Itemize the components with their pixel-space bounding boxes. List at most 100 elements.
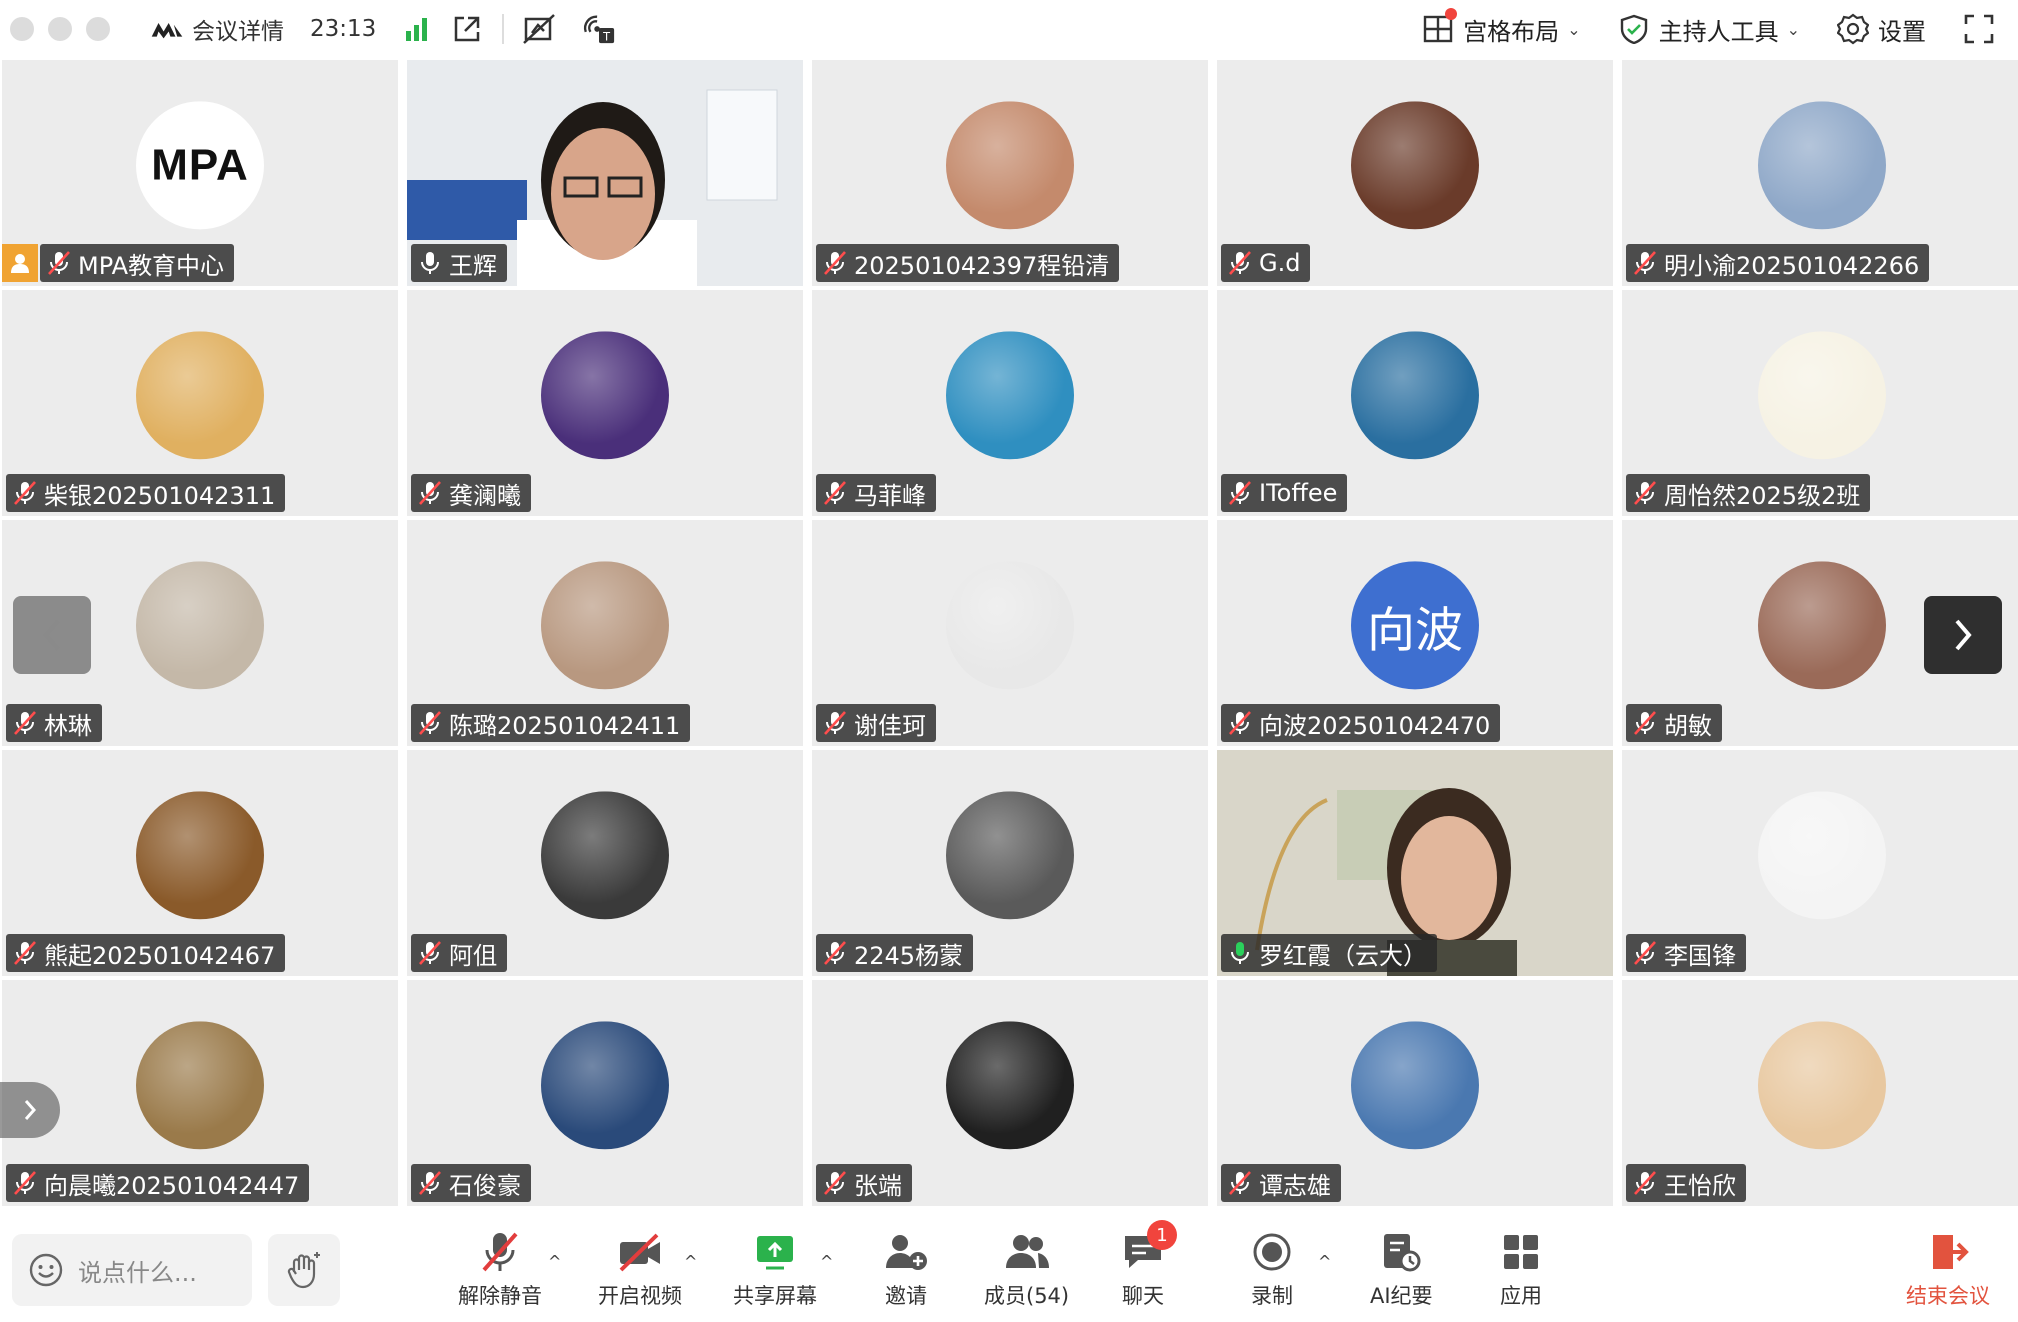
mic-muted-icon	[1632, 250, 1658, 276]
participant-name-tag: 马菲峰	[816, 474, 936, 512]
participant-name-tag: 周怡然2025级2班	[1626, 474, 1871, 512]
chevron-left-icon	[43, 619, 60, 651]
record-icon	[1248, 1230, 1296, 1274]
mic-muted-icon	[1632, 480, 1658, 506]
participant-tile[interactable]: MPA MPA教育中心	[2, 60, 398, 286]
participant-tile[interactable]: 陈璐202501042411	[407, 520, 803, 746]
participant-name-tag: 林琳	[6, 704, 102, 742]
participant-name: 王怡欣	[1664, 1171, 1736, 1200]
participant-avatar	[1758, 101, 1886, 230]
participant-tile[interactable]: IToffee	[1217, 290, 1613, 516]
participant-tile[interactable]: 明小渝202501042266	[1622, 60, 2018, 286]
app-logo-icon	[150, 12, 184, 46]
participant-tile[interactable]: 2245杨蒙	[812, 750, 1208, 976]
participant-avatar	[136, 1021, 264, 1150]
end-meeting-button[interactable]: 结束会议	[1906, 1230, 1990, 1310]
participant-tile[interactable]: 周怡然2025级2班	[1622, 290, 2018, 516]
quick-chat-input[interactable]: 说点什么...	[12, 1234, 252, 1306]
participant-avatar	[946, 331, 1074, 460]
participant-tile[interactable]: 谢佳珂	[812, 520, 1208, 746]
participant-name: IToffee	[1259, 479, 1338, 507]
share-options-caret[interactable]: ^	[820, 1252, 833, 1271]
whiteboard-disabled-icon[interactable]	[522, 12, 556, 46]
live-transcription-icon[interactable]: T	[582, 12, 616, 46]
add-user-icon	[882, 1230, 930, 1274]
chevron-down-icon: ⌄	[1786, 19, 1800, 39]
participant-tile[interactable]: 王辉	[407, 60, 803, 286]
mic-muted-icon	[822, 710, 848, 736]
video-options-caret[interactable]: ^	[684, 1252, 697, 1271]
participant-name-tag: 明小渝202501042266	[1626, 244, 1930, 282]
chat-icon: 1	[1119, 1220, 1177, 1274]
previous-page-button[interactable]	[13, 596, 91, 674]
minimize-window-button[interactable]	[48, 17, 72, 41]
participant-tile[interactable]: 熊起202501042467	[2, 750, 398, 976]
participant-name: 罗红霞（云大）	[1259, 941, 1427, 970]
invite-button[interactable]: 邀请	[882, 1230, 930, 1310]
mic-muted-icon	[822, 480, 848, 506]
mic-muted-icon	[476, 1230, 524, 1274]
participant-name: 胡敏	[1664, 711, 1712, 740]
participant-tile[interactable]: 阿伹	[407, 750, 803, 976]
mic-icon	[1227, 940, 1253, 966]
participant-tile[interactable]: 柴银202501042311	[2, 290, 398, 516]
share-screen-label: 共享屏幕	[733, 1284, 817, 1308]
participant-tile[interactable]: 谭志雄	[1217, 980, 1613, 1206]
participant-avatar	[541, 791, 669, 920]
start-video-label: 开启视频	[598, 1284, 682, 1308]
participant-avatar	[541, 1021, 669, 1150]
participant-tile[interactable]: 向晨曦202501042447	[2, 980, 398, 1206]
apps-grid-icon	[1497, 1230, 1545, 1274]
participant-avatar	[1351, 1021, 1479, 1150]
participant-tile[interactable]: 石俊豪	[407, 980, 803, 1206]
participant-name-tag: 张端	[816, 1164, 912, 1202]
exit-icon	[1924, 1230, 1972, 1274]
members-button[interactable]: 成员(54)	[984, 1230, 1069, 1310]
fullscreen-button[interactable]	[1962, 12, 1996, 46]
gallery-layout-button[interactable]: 宫格布局 ⌄	[1421, 8, 1581, 47]
participant-tile[interactable]: 王怡欣	[1622, 980, 2018, 1206]
chat-label: 聊天	[1122, 1284, 1164, 1308]
apps-button[interactable]: 应用	[1497, 1230, 1545, 1310]
host-tools-button[interactable]: 主持人工具 ⌄	[1617, 12, 1800, 47]
participant-name-tag: 陈璐202501042411	[411, 704, 691, 742]
shield-check-icon	[1617, 12, 1651, 46]
start-video-button[interactable]: 开启视频	[598, 1230, 682, 1310]
participant-tile[interactable]: 向波 向波202501042470	[1217, 520, 1613, 746]
record-options-caret[interactable]: ^	[1318, 1252, 1331, 1271]
participant-avatar: MPA	[136, 101, 264, 230]
record-label: 录制	[1251, 1284, 1293, 1308]
grid-layout-icon	[1421, 8, 1458, 46]
participant-tile[interactable]: 马菲峰	[812, 290, 1208, 516]
signal-strength-icon[interactable]	[400, 12, 434, 46]
mic-muted-icon	[417, 480, 443, 506]
meeting-details-link[interactable]: 会议详情	[192, 12, 284, 46]
participant-tile[interactable]: 罗红霞（云大）	[1217, 750, 1613, 976]
share-link-icon[interactable]	[450, 12, 484, 46]
participant-tile[interactable]: 202501042397程铅清	[812, 60, 1208, 286]
participant-name-tag: 向晨曦202501042447	[6, 1164, 310, 1202]
share-screen-button[interactable]: 共享屏幕	[733, 1230, 817, 1310]
participant-avatar	[541, 561, 669, 690]
invite-label: 邀请	[885, 1284, 927, 1308]
next-page-button[interactable]	[1924, 596, 2002, 674]
participant-name: 谢佳珂	[854, 711, 926, 740]
participant-name-tag: 熊起202501042467	[6, 934, 286, 972]
ai-minutes-button[interactable]: AI纪要	[1370, 1230, 1433, 1310]
emoji-icon[interactable]	[28, 1252, 64, 1288]
audio-options-caret[interactable]: ^	[548, 1252, 561, 1271]
unmute-button[interactable]: 解除静音	[458, 1230, 542, 1310]
participant-avatar	[136, 561, 264, 690]
chat-button[interactable]: 1 聊天	[1119, 1220, 1177, 1310]
participant-tile[interactable]: G.d	[1217, 60, 1613, 286]
participant-tile[interactable]: 张端	[812, 980, 1208, 1206]
close-window-button[interactable]	[10, 17, 34, 41]
raise-hand-button[interactable]	[268, 1234, 340, 1306]
participant-tile[interactable]: 龚澜曦	[407, 290, 803, 516]
mic-muted-icon	[12, 710, 38, 736]
record-button[interactable]: 录制	[1248, 1230, 1296, 1310]
expand-side-panel-button[interactable]	[0, 1082, 60, 1138]
maximize-window-button[interactable]	[86, 17, 110, 41]
settings-button[interactable]: 设置	[1836, 12, 1926, 47]
participant-tile[interactable]: 李国锋	[1622, 750, 2018, 976]
